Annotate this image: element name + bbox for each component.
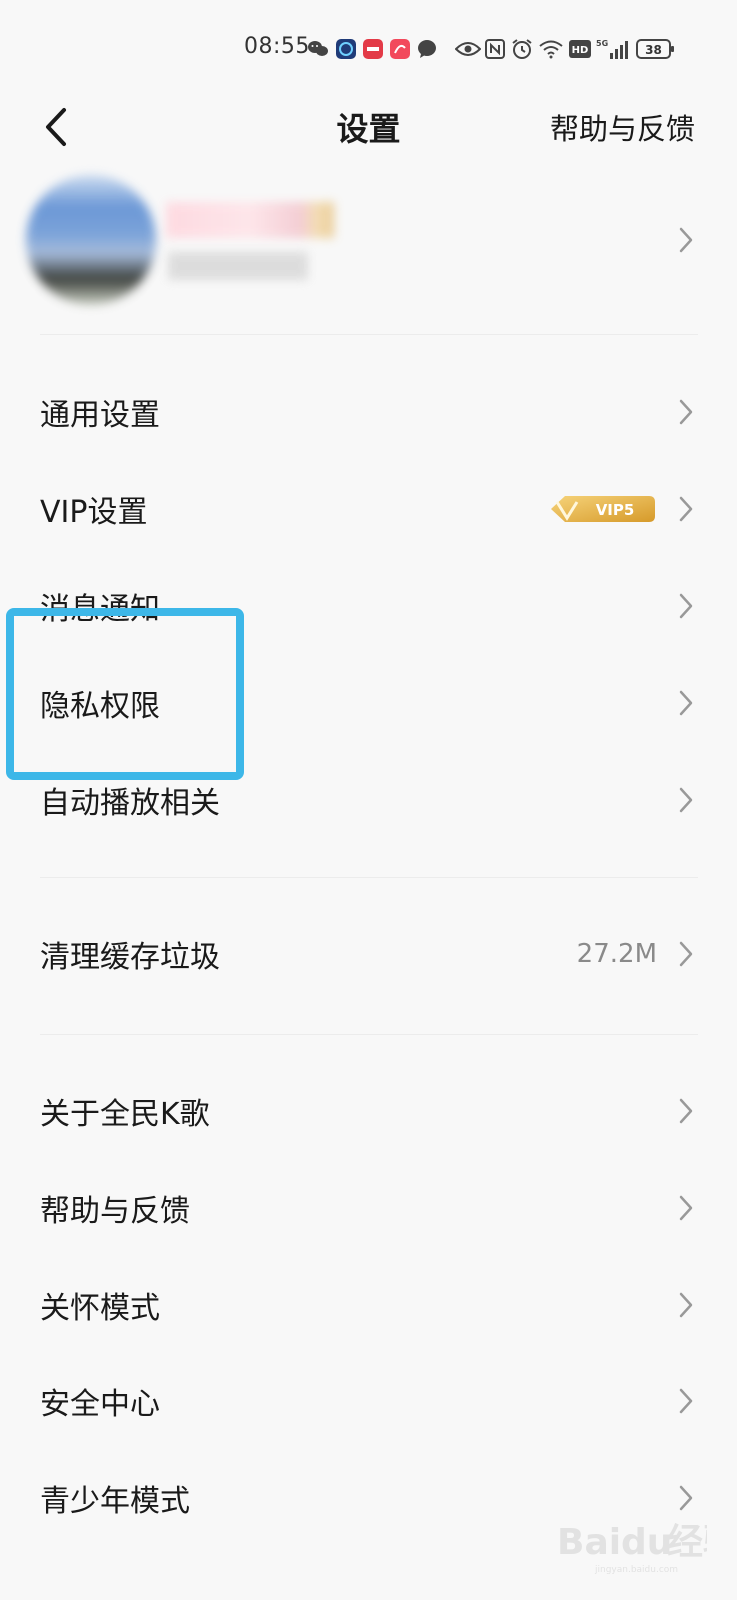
baidu-watermark-logo: Bai du 经验 jingyan.baidu.com <box>557 1522 707 1575</box>
chevron-right-icon <box>679 1098 693 1124</box>
menu-vip-settings[interactable]: VIP设置 VIP5 <box>0 461 737 557</box>
svg-text:HD: HD <box>572 45 589 56</box>
profile-row[interactable] <box>0 170 737 310</box>
menu-autoplay[interactable]: 自动播放相关 <box>0 752 737 848</box>
nav-bar: 设置 帮助与反馈 <box>0 90 737 180</box>
status-bar: 08:55 HD 5G 38 <box>0 0 737 100</box>
message-icon <box>415 38 439 60</box>
chevron-right-icon <box>679 1195 693 1221</box>
status-time: 08:55 <box>244 34 310 59</box>
menu-about[interactable]: 关于全民K歌 <box>0 1063 737 1159</box>
watermark-text: Bai <box>557 1522 621 1563</box>
divider <box>40 877 698 878</box>
watermark-url: jingyan.baidu.com <box>594 1565 678 1575</box>
menu-label: 帮助与反馈 <box>40 1194 190 1229</box>
chevron-right-icon <box>679 227 693 253</box>
chevron-right-icon <box>679 496 693 522</box>
hd-icon: HD <box>568 38 592 60</box>
menu-privacy-permissions[interactable]: 隐私权限 <box>0 655 737 751</box>
network-label: 5G <box>596 39 608 48</box>
chevron-right-icon <box>679 1388 693 1414</box>
alarm-icon <box>511 38 533 60</box>
menu-general-settings[interactable]: 通用设置 <box>0 364 737 460</box>
chevron-right-icon <box>679 787 693 813</box>
menu-clear-cache[interactable]: 清理缓存垃圾 27.2M <box>0 906 737 1002</box>
help-feedback-link[interactable]: 帮助与反馈 <box>550 106 695 148</box>
menu-label: 隐私权限 <box>40 689 160 724</box>
nfc-icon <box>484 38 506 60</box>
menu-label: VIP设置 <box>40 495 148 530</box>
menu-label: 自动播放相关 <box>40 786 220 821</box>
chevron-right-icon <box>679 941 693 967</box>
menu-security-center[interactable]: 安全中心 <box>0 1353 737 1449</box>
menu-label: 消息通知 <box>40 592 160 627</box>
watermark-text: du <box>621 1522 672 1563</box>
app-icon <box>361 38 385 60</box>
menu-label: 关于全民K歌 <box>40 1097 210 1132</box>
battery-icon: 38 <box>636 38 676 60</box>
vip-badge: VIP5 <box>551 496 655 522</box>
menu-label: 青少年模式 <box>40 1484 190 1519</box>
chevron-right-icon <box>679 690 693 716</box>
wechat-icon <box>306 38 330 60</box>
app-icon <box>388 38 412 60</box>
menu-label: 关怀模式 <box>40 1291 160 1326</box>
divider <box>40 334 698 335</box>
menu-label: 清理缓存垃圾 <box>40 940 220 975</box>
wifi-icon <box>538 38 564 60</box>
menu-help-feedback[interactable]: 帮助与反馈 <box>0 1160 737 1256</box>
divider <box>40 1034 698 1035</box>
avatar <box>26 175 156 305</box>
eye-icon <box>455 38 481 60</box>
chevron-right-icon <box>679 1292 693 1318</box>
app-icon <box>334 38 358 60</box>
vip-level: VIP5 <box>596 501 635 519</box>
chevron-right-icon <box>679 399 693 425</box>
menu-care-mode[interactable]: 关怀模式 <box>0 1257 737 1353</box>
menu-label: 安全中心 <box>40 1387 160 1422</box>
chevron-right-icon <box>679 1485 693 1511</box>
menu-label: 通用设置 <box>40 398 160 433</box>
profile-subtitle-blurred <box>168 252 308 280</box>
watermark-text: 经验 <box>667 1522 707 1563</box>
chevron-right-icon <box>679 593 693 619</box>
signal-icon: 5G <box>596 38 630 60</box>
menu-notifications[interactable]: 消息通知 <box>0 558 737 654</box>
profile-name-blurred <box>166 202 334 238</box>
battery-level: 38 <box>645 43 662 57</box>
cache-size: 27.2M <box>576 939 657 969</box>
